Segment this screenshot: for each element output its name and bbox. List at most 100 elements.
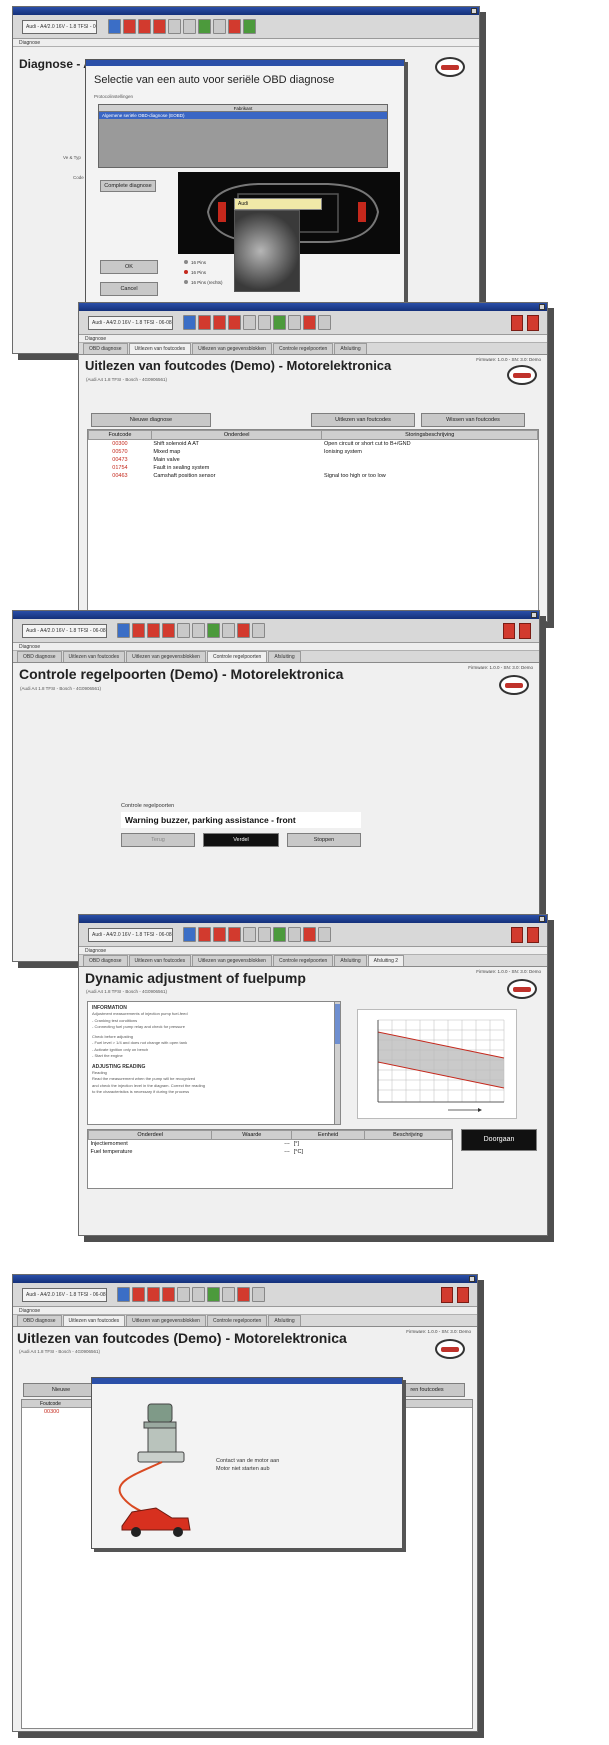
print-icon[interactable] xyxy=(213,315,226,330)
table-icon[interactable] xyxy=(192,1287,205,1302)
exit-icon[interactable] xyxy=(503,623,515,639)
list-icon[interactable] xyxy=(177,623,190,638)
report-icon[interactable] xyxy=(132,623,145,638)
tab-control-gates[interactable]: Controle regelpoorten xyxy=(272,343,334,354)
list-icon[interactable] xyxy=(168,19,181,34)
tools-icon[interactable] xyxy=(162,623,175,638)
vehicle-select[interactable]: Audi - A4/2.0 16V - 1.8 TFSI - 06-08 xyxy=(88,928,173,942)
list-icon[interactable] xyxy=(243,315,256,330)
table-row[interactable]: Injectiemoment --- [°] xyxy=(89,1140,452,1148)
back-icon[interactable] xyxy=(183,927,196,942)
new-diagnose-button[interactable]: Nieuwe diagnose xyxy=(91,413,211,427)
tools-icon[interactable] xyxy=(228,927,241,942)
settings-icon[interactable] xyxy=(288,315,301,330)
tab-read-data-blocks[interactable]: Uitlezen van gegevensblokken xyxy=(126,1315,206,1326)
settings-icon[interactable] xyxy=(222,1287,235,1302)
exit-icon[interactable] xyxy=(511,927,523,943)
tab-control-gates[interactable]: Controle regelpoorten xyxy=(206,1315,268,1326)
table-row[interactable]: 01754 Fault in sealing system xyxy=(89,464,538,472)
table-icon[interactable] xyxy=(183,19,196,34)
print-icon[interactable] xyxy=(147,1287,160,1302)
print-icon[interactable] xyxy=(138,19,151,34)
tab-finish[interactable]: Afsluiting xyxy=(334,955,367,966)
cancel-button[interactable]: Cancel xyxy=(100,282,158,296)
tab-obd-diagnose[interactable]: OBD diagnose xyxy=(83,343,128,354)
help-tool-icon[interactable] xyxy=(318,315,331,330)
report-icon[interactable] xyxy=(198,927,211,942)
new-diagnose-button[interactable]: Nieuwe xyxy=(23,1383,99,1397)
complete-diagnose-button[interactable]: Complete diagnose xyxy=(100,180,156,192)
vehicle-select[interactable]: Audi - A4/2.0 16V - 1.8 TFSI - 06-08 xyxy=(22,1288,107,1302)
help-tool-icon[interactable] xyxy=(252,623,265,638)
vehicle-select[interactable]: Audi - A4/2.0 16V - 1.8 TFSI - 06-08 xyxy=(22,624,107,638)
help-tool-icon[interactable] xyxy=(318,927,331,942)
tab-finish[interactable]: Afsluiting xyxy=(268,651,301,662)
scrollbar-thumb[interactable] xyxy=(335,1004,340,1044)
info-icon[interactable] xyxy=(237,1287,250,1302)
report-icon[interactable] xyxy=(123,19,136,34)
menu-bar[interactable]: Diagnose xyxy=(13,1307,477,1315)
vehicle-select[interactable]: Audi - A4/2.0 16V - 1.8 TFSI - 06-08 xyxy=(22,20,97,34)
help-icon[interactable] xyxy=(527,315,539,331)
menu-bar[interactable]: Diagnose xyxy=(79,335,547,343)
graph-icon[interactable] xyxy=(198,19,211,34)
manufacturer-list[interactable]: Fabrikant Algemene seriële OBD-diagnose … xyxy=(98,104,388,168)
continue-button[interactable]: Doorgaan xyxy=(461,1129,537,1151)
back-icon[interactable] xyxy=(117,1287,130,1302)
pins-option[interactable]: 16 Pins xyxy=(184,270,206,275)
stop-button[interactable]: Stoppen xyxy=(287,833,361,847)
list-item-selected[interactable]: Algemene seriële OBD-diagnose (EOBD) xyxy=(99,112,387,119)
scrollbar[interactable] xyxy=(334,1002,340,1124)
tab-read-fault-codes[interactable]: Uitlezen van foutcodes xyxy=(62,1315,126,1326)
report-icon[interactable] xyxy=(132,1287,145,1302)
tab-control-gates[interactable]: Controle regelpoorten xyxy=(272,955,334,966)
table-icon[interactable] xyxy=(258,315,271,330)
graph-icon[interactable] xyxy=(207,623,220,638)
back-icon[interactable] xyxy=(117,623,130,638)
help-icon[interactable] xyxy=(527,927,539,943)
report-icon[interactable] xyxy=(198,315,211,330)
exit-icon[interactable] xyxy=(441,1287,453,1303)
print-icon[interactable] xyxy=(147,623,160,638)
table-row[interactable]: 00300 Shift solenoid A AT Open circuit or … xyxy=(89,440,538,448)
print-icon[interactable] xyxy=(213,927,226,942)
connect-icon[interactable] xyxy=(243,19,256,34)
graph-icon[interactable] xyxy=(273,927,286,942)
settings-icon[interactable] xyxy=(213,19,226,34)
back-button[interactable]: Terug xyxy=(121,833,195,847)
menu-bar[interactable]: Diagnose xyxy=(79,947,547,955)
table-icon[interactable] xyxy=(192,623,205,638)
settings-icon[interactable] xyxy=(288,927,301,942)
graph-icon[interactable] xyxy=(273,315,286,330)
ok-button[interactable]: OK xyxy=(100,260,158,274)
tab-read-fault-codes[interactable]: Uitlezen van foutcodes xyxy=(62,651,126,662)
table-row[interactable]: 00463 Camshaft position sensor Signal too … xyxy=(89,472,538,480)
tab-finish-2[interactable]: Afsluiting 2 xyxy=(367,955,405,966)
list-icon[interactable] xyxy=(177,1287,190,1302)
graph-icon[interactable] xyxy=(207,1287,220,1302)
close-icon[interactable] xyxy=(471,8,477,14)
settings-icon[interactable] xyxy=(222,623,235,638)
pins-option[interactable]: 16 Pins (rechts) xyxy=(184,280,223,285)
info-icon[interactable] xyxy=(303,927,316,942)
start-button[interactable]: Verdel xyxy=(203,833,279,847)
info-icon[interactable] xyxy=(303,315,316,330)
tools-icon[interactable] xyxy=(228,315,241,330)
tools-icon[interactable] xyxy=(162,1287,175,1302)
menu-bar[interactable]: Diagnose xyxy=(13,643,539,651)
exit-icon[interactable] xyxy=(511,315,523,331)
clear-fault-codes-button[interactable]: Wissen van foutcodes xyxy=(421,413,525,427)
tab-control-gates[interactable]: Controle regelpoorten xyxy=(206,651,268,662)
tab-read-data-blocks[interactable]: Uitlezen van gegevensblokken xyxy=(192,955,272,966)
help-icon[interactable] xyxy=(457,1287,469,1303)
close-icon[interactable] xyxy=(469,1276,475,1282)
tab-read-data-blocks[interactable]: Uitlezen van gegevensblokken xyxy=(192,343,272,354)
menu-bar[interactable]: Diagnose xyxy=(13,39,479,47)
close-icon[interactable] xyxy=(531,612,537,618)
table-row[interactable]: 00570 Mixed map Ionising system xyxy=(89,448,538,456)
table-icon[interactable] xyxy=(258,927,271,942)
info-icon[interactable] xyxy=(237,623,250,638)
tab-read-data-blocks[interactable]: Uitlezen van gegevensblokken xyxy=(126,651,206,662)
info-icon[interactable] xyxy=(228,19,241,34)
table-row[interactable]: Fuel temperature --- [°C] xyxy=(89,1148,452,1156)
